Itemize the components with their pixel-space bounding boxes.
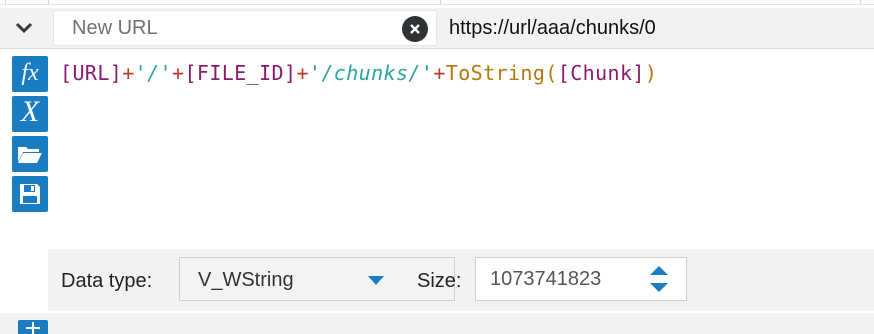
field-name-input[interactable] — [72, 11, 392, 45]
divider — [48, 0, 49, 4]
chevron-down-icon — [15, 22, 33, 34]
variable-button[interactable]: X — [12, 95, 48, 132]
field-type-bar: Data type: V_WString Size: — [48, 249, 874, 311]
data-type-label: Data type: — [61, 270, 153, 292]
expression-token: + — [122, 61, 135, 85]
add-field-button[interactable] — [18, 320, 48, 334]
increment-arrow-icon[interactable] — [650, 266, 668, 275]
save-icon — [20, 184, 40, 204]
expression-token: ToString — [445, 61, 546, 85]
size-input[interactable] — [490, 258, 640, 300]
expression-token: '/chunks/' — [308, 61, 434, 85]
folder-open-icon — [18, 147, 42, 163]
expression-token: + — [433, 61, 446, 85]
expression-toolbar: fx X — [12, 56, 48, 214]
expression-token: ( — [545, 61, 558, 85]
dropdown-arrow-icon — [368, 276, 384, 285]
variable-icon: X — [20, 95, 40, 128]
divider — [440, 0, 441, 4]
divider — [5, 0, 6, 4]
field-header-row: https://url/aaa/chunks/0 — [0, 8, 874, 49]
close-circle-icon — [410, 24, 420, 34]
divider — [860, 0, 861, 4]
expression-token: [Chunk] — [557, 61, 645, 85]
expression-token: ) — [644, 61, 658, 85]
open-button[interactable] — [12, 136, 48, 172]
expression-token: [URL] — [60, 61, 123, 85]
clear-button[interactable] — [402, 16, 428, 42]
expression-editor[interactable]: [URL]+'/'+[FILE_ID]+'/chunks/'+ToString(… — [60, 61, 657, 85]
next-field-row — [0, 313, 874, 334]
save-button[interactable] — [12, 176, 48, 212]
top-strip — [0, 0, 874, 5]
collapse-button[interactable] — [0, 8, 48, 48]
expression-token: + — [296, 61, 309, 85]
expression-token: + — [172, 61, 185, 85]
function-icon: fx — [21, 59, 39, 86]
size-stepper — [475, 257, 687, 301]
size-label: Size: — [417, 270, 462, 292]
decrement-arrow-icon[interactable] — [650, 283, 668, 292]
expression-token: '/' — [134, 61, 172, 85]
data-type-value: V_WString — [198, 269, 294, 291]
preview-value: https://url/aaa/chunks/0 — [449, 17, 656, 39]
data-type-select[interactable]: V_WString — [179, 257, 455, 301]
expression-token: [FILE_ID] — [184, 61, 297, 85]
field-name-box — [53, 10, 437, 46]
plus-icon — [32, 322, 34, 334]
function-button[interactable]: fx — [12, 56, 48, 92]
